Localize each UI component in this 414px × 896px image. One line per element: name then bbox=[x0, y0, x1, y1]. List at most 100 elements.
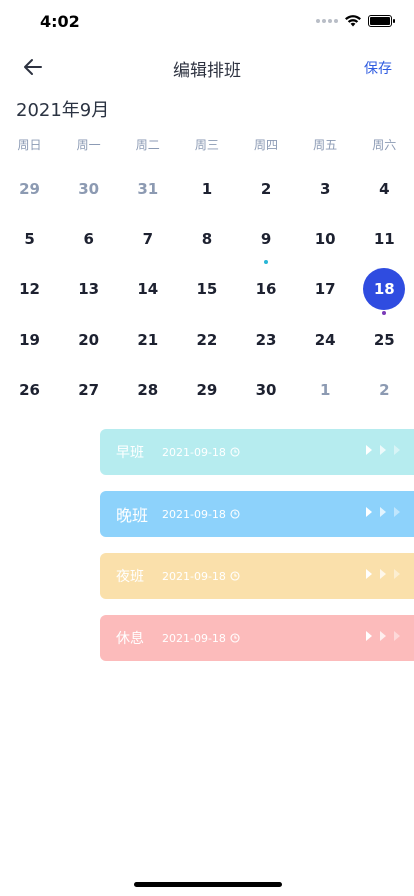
day-number: 22 bbox=[196, 330, 218, 349]
shift-card[interactable]: 早班 2021-09-18 bbox=[100, 429, 414, 475]
weekday-label: 周四 bbox=[254, 138, 279, 152]
calendar-day[interactable]: 11 bbox=[355, 214, 414, 264]
day-number: 21 bbox=[137, 330, 159, 349]
calendar-day[interactable]: 7 bbox=[118, 214, 177, 264]
calendar-day[interactable]: 25 bbox=[355, 315, 414, 365]
calendar-day[interactable]: 2 bbox=[355, 365, 414, 415]
day-number: 14 bbox=[137, 280, 159, 299]
battery-icon bbox=[368, 14, 395, 27]
calendar-day[interactable]: 28 bbox=[118, 365, 177, 415]
event-dot bbox=[264, 260, 269, 265]
day-number: 31 bbox=[137, 180, 159, 199]
day-number: 29 bbox=[19, 180, 40, 199]
calendar-day[interactable]: 29 bbox=[0, 164, 59, 214]
calendar-day[interactable]: 16 bbox=[237, 264, 296, 314]
day-number: 29 bbox=[196, 380, 218, 399]
shift-name: 休息 bbox=[116, 631, 144, 647]
shift-date: 2021-09-18 bbox=[162, 570, 240, 583]
calendar-day[interactable]: 29 bbox=[177, 365, 236, 415]
calendar-day[interactable]: 2 bbox=[237, 164, 296, 214]
day-number: 4 bbox=[379, 180, 390, 199]
shift-date: 2021-09-18 bbox=[162, 446, 240, 459]
calendar-day-selected[interactable]: 18 bbox=[355, 264, 414, 315]
chevron-right-icon bbox=[366, 569, 400, 579]
shift-date-text: 2021-09-18 bbox=[162, 507, 226, 521]
day-number: 27 bbox=[78, 380, 100, 399]
calendar-day[interactable]: 30 bbox=[237, 365, 296, 415]
calendar-day[interactable]: 9 bbox=[237, 214, 296, 265]
calendar-day[interactable]: 6 bbox=[59, 214, 118, 264]
page-title: 编辑排班 bbox=[173, 61, 241, 81]
shift-card[interactable]: 晚班 2021-09-18 bbox=[100, 491, 414, 537]
shift-list: 早班 2021-09-18 晚班 2021-09-18 夜班 2021-09-18 休息 20… bbox=[100, 429, 414, 677]
day-number: 3 bbox=[319, 180, 331, 199]
status-time: 4:02 bbox=[40, 12, 80, 31]
shift-date-text: 2021-09-18 bbox=[162, 631, 226, 645]
save-button[interactable]: 保存 bbox=[364, 58, 392, 78]
weekday-label: 周二 bbox=[135, 138, 160, 152]
shift-card[interactable]: 休息 2021-09-18 bbox=[100, 615, 414, 661]
day-number: 7 bbox=[142, 230, 154, 249]
calendar-day[interactable]: 27 bbox=[59, 365, 118, 415]
calendar-day[interactable]: 1 bbox=[177, 164, 236, 214]
day-number: 13 bbox=[78, 280, 100, 299]
clock-icon bbox=[230, 509, 240, 519]
day-number: 11 bbox=[373, 230, 395, 249]
weekday-label: 周三 bbox=[194, 138, 219, 152]
calendar-day[interactable]: 31 bbox=[118, 164, 177, 214]
calendar-day[interactable]: 19 bbox=[0, 315, 59, 365]
day-number: 15 bbox=[196, 280, 218, 299]
day-number: 25 bbox=[373, 330, 395, 349]
calendar-day[interactable]: 20 bbox=[59, 315, 118, 365]
day-number: 9 bbox=[260, 230, 272, 249]
shift-name: 夜班 bbox=[116, 569, 144, 585]
clock-icon bbox=[230, 447, 240, 457]
calendar-day[interactable]: 4 bbox=[355, 164, 414, 214]
day-number: 18 bbox=[373, 280, 395, 299]
calendar-day[interactable]: 15 bbox=[177, 264, 236, 314]
calendar-day[interactable]: 30 bbox=[59, 164, 118, 214]
weekday-label: 周一 bbox=[76, 138, 101, 152]
chevron-right-icon bbox=[366, 631, 400, 641]
calendar-grid: 29 30 31 1 2 3 4 5 6 7 8 9 10 11 12 13 14 15 16 17 18 19 20 21 2… bbox=[0, 164, 414, 415]
day-number: 10 bbox=[314, 230, 336, 249]
day-number: 30 bbox=[78, 180, 100, 199]
weekday-label: 周五 bbox=[313, 138, 338, 152]
calendar-day[interactable]: 5 bbox=[0, 214, 59, 264]
day-number: 23 bbox=[255, 330, 277, 349]
navigation-bar: 编辑排班 保存 bbox=[0, 44, 414, 90]
day-number: 30 bbox=[255, 380, 277, 399]
calendar-day[interactable]: 13 bbox=[59, 264, 118, 314]
shift-date: 2021-09-18 bbox=[162, 632, 240, 645]
calendar-day[interactable]: 24 bbox=[296, 315, 355, 365]
shift-name: 早班 bbox=[116, 445, 144, 461]
calendar-day[interactable]: 8 bbox=[177, 214, 236, 264]
day-number: 1 bbox=[201, 180, 213, 199]
day-number: 26 bbox=[19, 380, 40, 399]
weekday-label: 周六 bbox=[372, 138, 397, 152]
chevron-right-icon bbox=[366, 507, 400, 517]
calendar-day[interactable]: 12 bbox=[0, 264, 59, 314]
shift-date-text: 2021-09-18 bbox=[162, 445, 226, 459]
calendar-day[interactable]: 10 bbox=[296, 214, 355, 264]
calendar-day[interactable]: 17 bbox=[296, 264, 355, 314]
day-number: 28 bbox=[137, 380, 159, 399]
calendar-day[interactable]: 22 bbox=[177, 315, 236, 365]
calendar-day[interactable]: 3 bbox=[296, 164, 355, 214]
calendar-day[interactable]: 26 bbox=[0, 365, 59, 415]
chevron-right-icon bbox=[366, 445, 400, 455]
calendar-day[interactable]: 14 bbox=[118, 264, 177, 314]
shift-name: 晚班 bbox=[116, 506, 149, 525]
day-number: 19 bbox=[19, 330, 40, 349]
cellular-signal-icon bbox=[316, 18, 338, 23]
shift-card[interactable]: 夜班 2021-09-18 bbox=[100, 553, 414, 599]
wifi-icon bbox=[345, 15, 361, 27]
calendar-day[interactable]: 1 bbox=[296, 365, 355, 415]
calendar-day[interactable]: 23 bbox=[237, 315, 296, 365]
day-number: 2 bbox=[260, 180, 272, 199]
day-number: 16 bbox=[255, 280, 277, 299]
weekday-label: 周日 bbox=[17, 138, 42, 152]
calendar-day[interactable]: 21 bbox=[118, 315, 177, 365]
day-number: 5 bbox=[24, 230, 35, 249]
event-dot bbox=[382, 310, 387, 315]
